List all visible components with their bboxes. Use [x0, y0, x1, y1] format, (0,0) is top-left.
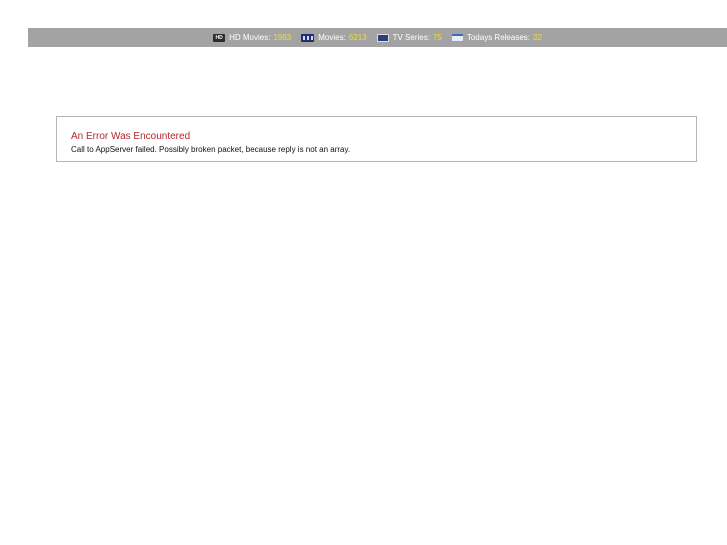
stat-movies[interactable]: Movies: 6213 — [301, 33, 367, 42]
stat-label: HD Movies: — [229, 33, 271, 42]
stat-todays-releases[interactable]: Todays Releases: 32 — [451, 33, 542, 42]
hd-icon: HD — [213, 33, 226, 42]
calendar-icon — [451, 34, 463, 41]
stat-value: 1983 — [273, 33, 292, 42]
stat-value: 6213 — [348, 33, 367, 42]
error-message: Call to AppServer failed. Possibly broke… — [71, 145, 351, 154]
page: HD HD Movies: 1983 Movies: 6213 TV Serie… — [0, 0, 727, 545]
film-icon — [301, 33, 315, 42]
tv-icon — [376, 33, 389, 42]
stat-hd-movies[interactable]: HD HD Movies: 1983 — [213, 33, 291, 42]
stat-label: Todays Releases: — [466, 33, 530, 42]
stat-tv-series[interactable]: TV Series: 75 — [376, 33, 442, 42]
stat-value: 32 — [533, 33, 542, 42]
error-box: An Error Was Encountered Call to AppServ… — [56, 116, 697, 162]
stat-label: TV Series: — [392, 33, 430, 42]
stats-bar: HD HD Movies: 1983 Movies: 6213 TV Serie… — [28, 28, 727, 47]
stat-value: 75 — [432, 33, 442, 42]
error-title: An Error Was Encountered — [71, 131, 191, 142]
stat-label: Movies: — [318, 33, 346, 42]
